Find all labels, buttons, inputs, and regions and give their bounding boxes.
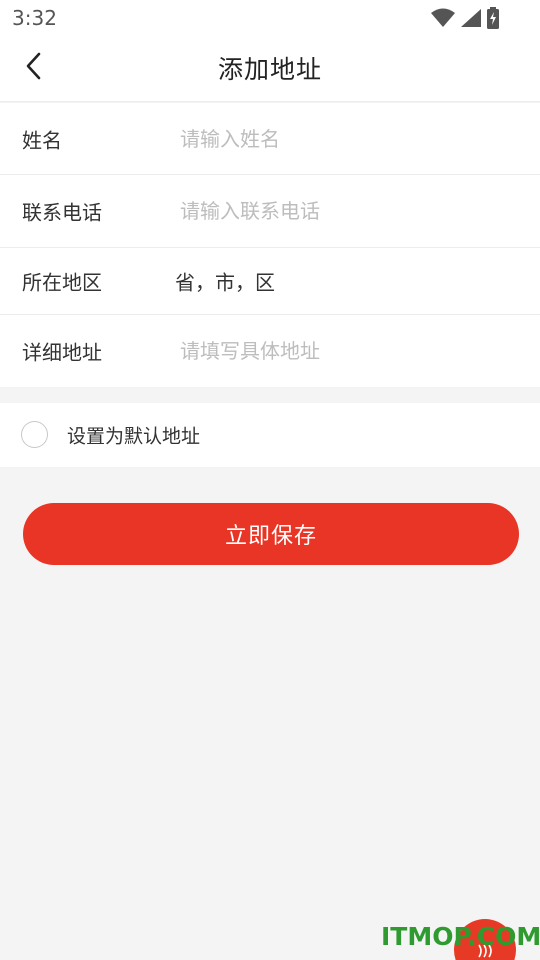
app-header: 添加地址: [0, 36, 540, 102]
region-picker[interactable]: 省，市，区: [175, 267, 275, 296]
region-row[interactable]: 所在地区 省，市，区: [0, 248, 540, 315]
detail-address-label: 详细地址: [22, 340, 102, 365]
phone-input[interactable]: [180, 195, 520, 227]
wifi-icon: [430, 8, 456, 28]
battery-charging-icon: [486, 7, 500, 29]
watermark-logo: ITMOP.COM: [381, 922, 540, 951]
default-address-label: 设置为默认地址: [67, 425, 201, 448]
save-button[interactable]: 立即保存: [23, 503, 519, 565]
signal-icon: [460, 8, 482, 28]
default-address-radio[interactable]: [21, 421, 48, 448]
default-address-row[interactable]: 设置为默认地址: [0, 403, 540, 467]
region-label: 所在地区: [22, 270, 102, 295]
name-label: 姓名: [22, 128, 62, 152]
detail-address-input[interactable]: [180, 335, 520, 367]
status-icons: [430, 7, 500, 29]
status-bar: 3:32: [0, 0, 540, 36]
phone-label: 联系电话: [22, 200, 102, 225]
address-form: 姓名 联系电话 所在地区 省，市，区 详细地址: [0, 103, 540, 387]
phone-row: 联系电话: [0, 175, 540, 248]
detail-address-row: 详细地址: [0, 315, 540, 387]
page-title: 添加地址: [217, 55, 322, 84]
add-address-screen: 3:32 添加地址 姓名 请输入姓名 联系电话 请输入联系电话 所在地区 省，市…: [0, 0, 540, 960]
name-row: 姓名: [0, 103, 540, 175]
name-input[interactable]: [180, 122, 520, 155]
status-time: 3:32: [12, 6, 57, 30]
